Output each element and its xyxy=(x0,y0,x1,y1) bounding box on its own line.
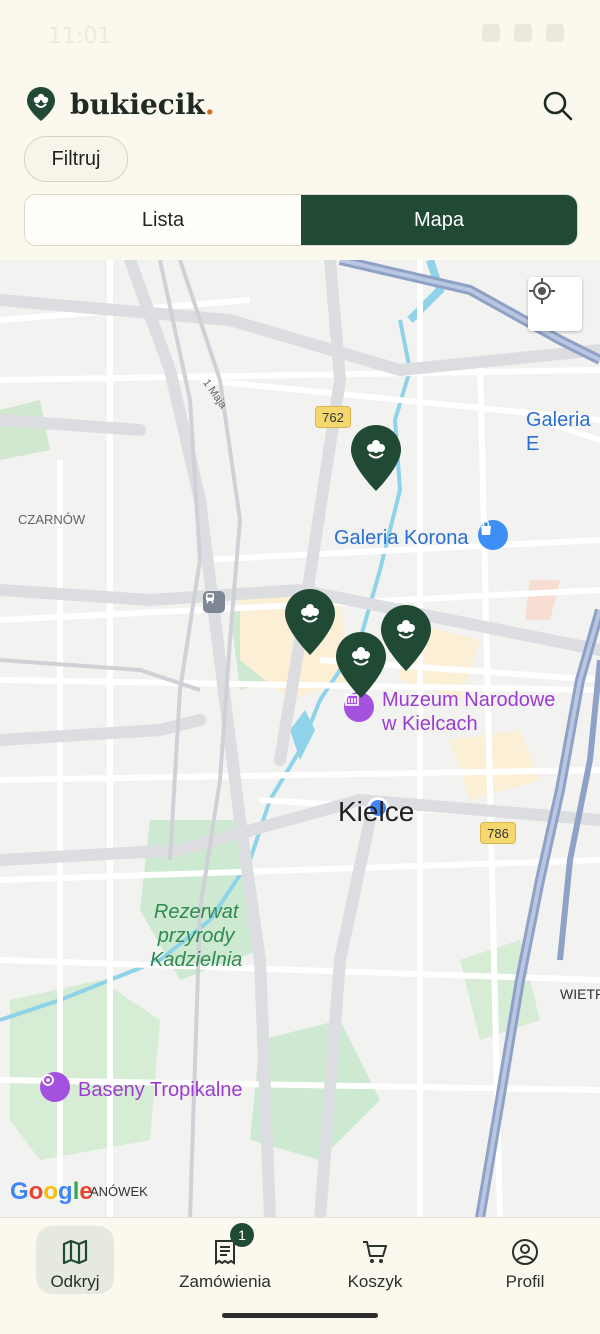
train-station-icon[interactable] xyxy=(203,591,225,613)
status-bar: 11:01 xyxy=(0,0,600,70)
nav-koszyk[interactable]: Koszyk xyxy=(300,1226,450,1300)
flower-pin-logo-icon xyxy=(27,87,55,121)
google-logo: Google xyxy=(10,1178,93,1205)
map-icon xyxy=(62,1239,88,1265)
app-name: bukiecik. xyxy=(70,87,215,121)
pool-poi-icon[interactable] xyxy=(40,1072,70,1102)
label-czarnow: CZARNÓW xyxy=(18,512,86,527)
search-button[interactable] xyxy=(540,88,576,124)
label-baseny[interactable]: Baseny Tropikalne xyxy=(78,1078,243,1102)
signal-icon xyxy=(514,24,532,42)
road-786-badge: 786 xyxy=(480,822,516,844)
nav-odkryj[interactable]: Odkryj xyxy=(0,1226,150,1300)
my-location-button[interactable] xyxy=(528,277,582,331)
home-indicator[interactable] xyxy=(222,1313,378,1318)
wifi-icon xyxy=(482,24,500,42)
label-muzeum[interactable]: Muzeum Narodowe w Kielcach xyxy=(382,688,555,736)
nav-odkryj-label: Odkryj xyxy=(50,1272,100,1291)
label-rezerwat-line3: Kadzielnia xyxy=(150,949,243,971)
shopping-bag-icon[interactable] xyxy=(478,520,508,550)
label-rezerwat-line1: Rezerwat xyxy=(153,901,239,923)
crosshair-icon xyxy=(529,278,555,304)
search-icon xyxy=(543,91,573,121)
map-canvas xyxy=(0,260,600,1218)
label-city-kielce: Kielce xyxy=(338,796,415,827)
view-toggle: Lista Mapa xyxy=(24,194,578,246)
app-logo: bukiecik. xyxy=(26,86,215,122)
filter-button[interactable]: Filtruj xyxy=(24,136,128,182)
label-muzeum-line2: w Kielcach xyxy=(382,713,478,735)
status-icons xyxy=(482,24,564,42)
label-galeria-e: Galeria E xyxy=(526,409,591,455)
road-762-badge: 762 xyxy=(315,406,351,428)
tab-map[interactable]: Mapa xyxy=(301,195,577,245)
label-galeria-korona[interactable]: Galeria Korona xyxy=(334,526,469,550)
nav-profil-label: Profil xyxy=(505,1272,545,1291)
nav-zamowienia[interactable]: Zamówienia xyxy=(150,1226,300,1300)
label-anowek: ANÓWEK xyxy=(90,1184,148,1199)
label-wietrznia: WIETR xyxy=(560,986,600,1002)
map-view[interactable]: CZARNÓW 1 Maja 762 786 Galeria E Galeria… xyxy=(0,260,600,1218)
cart-icon xyxy=(363,1241,387,1263)
florist-pin[interactable] xyxy=(284,588,336,656)
battery-icon xyxy=(546,24,564,42)
top-bar: bukiecik. Filtruj Lista Mapa xyxy=(0,70,600,260)
tab-list[interactable]: Lista xyxy=(25,195,301,245)
florist-pin[interactable] xyxy=(380,604,432,672)
label-muzeum-line1: Muzeum Narodowe xyxy=(382,689,556,711)
nav-profil[interactable]: Profil xyxy=(450,1226,600,1300)
florist-pin[interactable] xyxy=(335,631,387,699)
label-rezerwat-line2: przyrody xyxy=(157,925,235,947)
label-rezerwat: Rezerwat przyrody Kadzielnia xyxy=(150,900,242,972)
status-time: 11:01 xyxy=(48,24,112,49)
orders-count-badge: 1 xyxy=(230,1223,254,1247)
nav-koszyk-label: Koszyk xyxy=(347,1272,403,1291)
florist-pin[interactable] xyxy=(350,424,402,492)
nav-zamowienia-label: Zamówienia xyxy=(179,1272,271,1291)
profile-icon xyxy=(512,1239,538,1265)
